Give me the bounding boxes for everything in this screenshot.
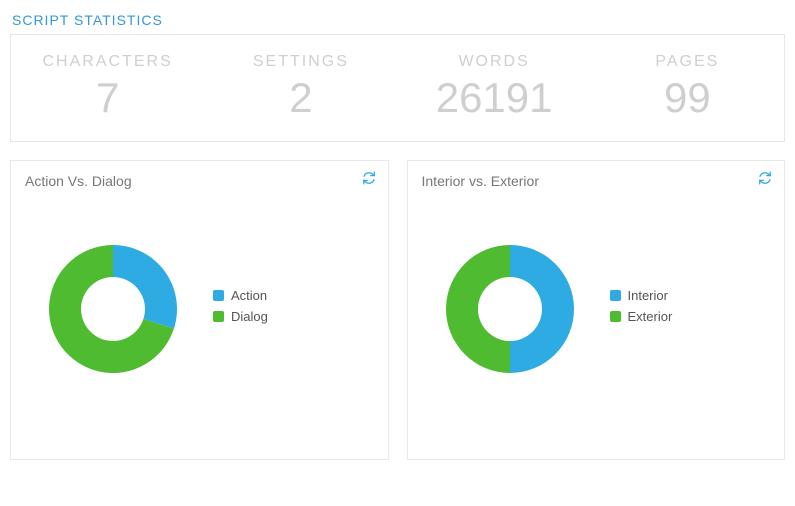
card-action-vs-dialog: Action Vs. Dialog Action — [10, 160, 389, 460]
stat-settings: SETTINGS 2 — [204, 43, 397, 123]
legend-swatch — [213, 290, 224, 301]
legend-item-dialog: Dialog — [213, 309, 268, 324]
legend: Interior Exterior — [610, 288, 673, 330]
legend-label: Interior — [628, 288, 668, 303]
donut-chart-action-dialog — [33, 229, 193, 389]
legend-swatch — [610, 290, 621, 301]
legend-label: Exterior — [628, 309, 673, 324]
charts-row: Action Vs. Dialog Action — [0, 160, 795, 470]
legend-swatch — [213, 311, 224, 322]
legend-swatch — [610, 311, 621, 322]
donut-chart-interior-exterior — [430, 229, 590, 389]
stat-words: WORDS 26191 — [398, 43, 591, 123]
stat-value: 26191 — [398, 71, 591, 123]
stat-label: SETTINGS — [204, 43, 397, 71]
card-title: Interior vs. Exterior — [422, 173, 771, 189]
stat-label: CHARACTERS — [11, 43, 204, 71]
stat-value: 7 — [11, 71, 204, 123]
refresh-icon[interactable] — [362, 171, 376, 185]
legend-label: Dialog — [231, 309, 268, 324]
card-title: Action Vs. Dialog — [25, 173, 374, 189]
legend-label: Action — [231, 288, 267, 303]
stat-value: 99 — [591, 71, 784, 123]
stat-characters: CHARACTERS 7 — [11, 43, 204, 123]
section-title: SCRIPT STATISTICS — [0, 0, 795, 34]
stat-label: WORDS — [398, 43, 591, 71]
stat-pages: PAGES 99 — [591, 43, 784, 123]
legend-item-action: Action — [213, 288, 268, 303]
legend: Action Dialog — [213, 288, 268, 330]
legend-item-interior: Interior — [610, 288, 673, 303]
stats-bar: CHARACTERS 7 SETTINGS 2 WORDS 26191 PAGE… — [10, 34, 785, 142]
card-interior-vs-exterior: Interior vs. Exterior Interior — [407, 160, 786, 460]
refresh-icon[interactable] — [758, 171, 772, 185]
legend-item-exterior: Exterior — [610, 309, 673, 324]
stat-label: PAGES — [591, 43, 784, 71]
stat-value: 2 — [204, 71, 397, 123]
